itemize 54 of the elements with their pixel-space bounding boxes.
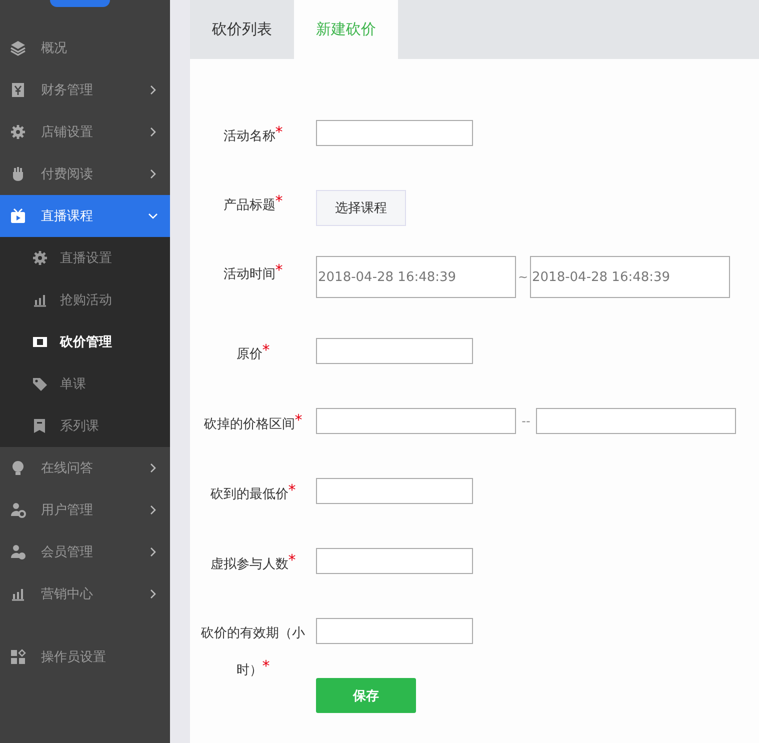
chevron-right-icon	[148, 505, 158, 515]
input-field[interactable]	[316, 338, 473, 364]
input-field[interactable]	[316, 478, 473, 504]
ticket-icon	[32, 334, 48, 350]
sidebar-item[interactable]: 操作员设置	[0, 636, 170, 678]
hand-icon	[10, 166, 26, 182]
input-field[interactable]	[536, 408, 736, 434]
submenu-item[interactable]: 直播设置	[0, 237, 170, 279]
sidebar-item[interactable]: 付费阅读	[0, 153, 170, 195]
gear-icon	[10, 124, 26, 140]
sidebar-item[interactable]: 财务管理	[0, 69, 170, 111]
chart-icon	[10, 586, 26, 602]
input-field[interactable]	[316, 548, 473, 574]
submenu-item[interactable]: 单课	[0, 363, 170, 405]
sidebar-item[interactable]: 会员管理	[0, 531, 170, 573]
select-course-button[interactable]: 选择课程	[316, 190, 406, 226]
bulb-icon	[10, 460, 26, 476]
usergear-icon	[10, 502, 26, 518]
chart-icon	[32, 292, 48, 308]
input-field[interactable]	[316, 120, 473, 146]
chevron-right-icon	[148, 463, 158, 473]
sidebar-item[interactable]: 店铺设置	[0, 111, 170, 153]
sidebar-item[interactable]: 在线问答	[0, 447, 170, 489]
tag-icon	[32, 376, 48, 392]
tab[interactable]: 新建砍价	[294, 0, 398, 59]
submenu-item[interactable]: 抢购活动	[0, 279, 170, 321]
sidebar-item[interactable]: 概况	[0, 27, 170, 69]
chevron-down-icon	[148, 211, 158, 221]
tv-icon	[10, 208, 26, 224]
save-button[interactable]: 保存	[316, 678, 416, 713]
layers-icon	[10, 40, 26, 56]
chevron-right-icon	[148, 589, 158, 599]
input-field[interactable]	[316, 408, 516, 434]
logo-badge	[50, 0, 110, 7]
chevron-right-icon	[148, 127, 158, 137]
sidebar-item[interactable]: 用户管理	[0, 489, 170, 531]
submenu-item[interactable]: 砍价管理	[0, 321, 170, 363]
usercheck-icon	[10, 544, 26, 560]
sidebar-item[interactable]: 直播课程	[0, 195, 170, 237]
submenu-item[interactable]: 系列课	[0, 405, 170, 447]
date-time-field[interactable]: 2018-04-28 16:48:39	[530, 256, 730, 298]
tab[interactable]: 砍价列表	[190, 0, 294, 59]
input-field[interactable]	[316, 618, 473, 644]
sidebar-item[interactable]: 营销中心	[0, 573, 170, 615]
chevron-right-icon	[148, 547, 158, 557]
book-icon	[32, 418, 48, 434]
gear-icon	[32, 250, 48, 266]
date-time-field[interactable]: 2018-04-28 16:48:39	[316, 256, 516, 298]
range-separator: --	[520, 414, 532, 428]
range-separator: ~	[516, 270, 530, 284]
chevron-right-icon	[148, 85, 158, 95]
yen-icon	[10, 82, 26, 98]
grid-icon	[10, 649, 26, 665]
chevron-right-icon	[148, 169, 158, 179]
